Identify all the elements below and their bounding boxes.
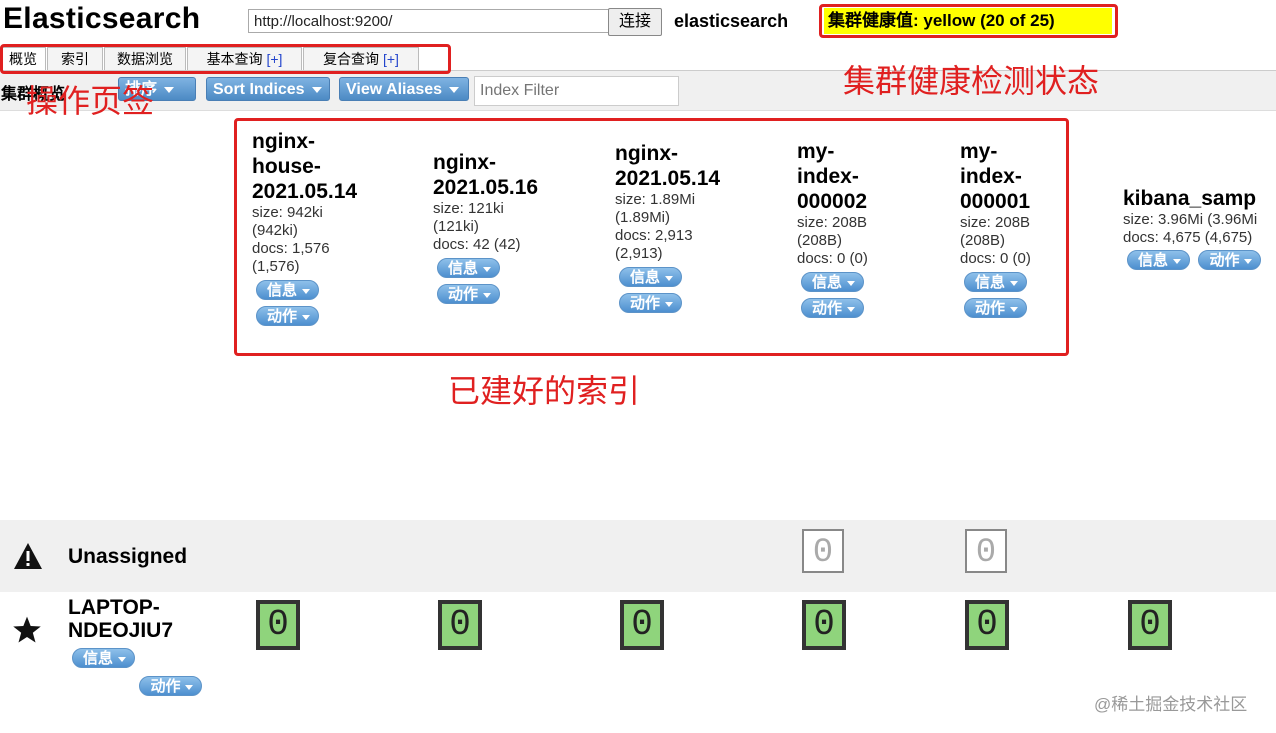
chevron-down-icon [1173,258,1182,264]
tabs-annotation-box [0,44,451,74]
indices-annotation: 已建好的索引 [448,373,641,409]
assigned-shard[interactable]: 0 [802,600,846,650]
index-column: kibana_samp size: 3.96Mi (3.96Mi docs: 4… [1123,186,1276,270]
watermark: @稀土掘金技术社区 [1094,695,1248,714]
index-filter-input[interactable] [474,76,679,106]
chevron-down-icon [449,86,460,93]
assigned-shard[interactable]: 0 [620,600,664,650]
chevron-down-icon [185,684,194,690]
cluster-url-input[interactable] [248,9,612,33]
view-aliases-button[interactable]: View Aliases [339,77,469,101]
health-annotation-box [819,4,1118,38]
node-name: LAPTOP- NDEOJIU7 [68,596,174,642]
assigned-shard[interactable]: 0 [965,600,1009,650]
assigned-shard[interactable]: 0 [256,600,300,650]
node-info-button[interactable]: 信息 [72,648,136,668]
node-row: LAPTOP- NDEOJIU7 信息 动作 0 0 0 0 0 0 [0,592,1276,733]
connect-button[interactable]: 连接 [608,8,662,36]
chevron-down-icon [1244,258,1253,264]
master-star-icon [13,616,41,643]
info-label: 信息 [1138,252,1169,269]
chevron-down-icon [311,86,322,93]
action-label: 动作 [150,678,181,695]
warning-icon [14,543,42,569]
health-annotation: 集群健康检测状态 [843,63,1100,99]
unassigned-shard[interactable]: 0 [965,529,1007,573]
assigned-shard[interactable]: 0 [438,600,482,650]
index-docs: docs: 4,675 (4,675) [1123,229,1253,246]
chevron-down-icon [118,656,127,662]
action-label: 动作 [1209,252,1240,269]
assigned-shard[interactable]: 0 [1128,600,1172,650]
unassigned-label: Unassigned [68,545,188,568]
sort-indices-button[interactable]: Sort Indices [206,77,330,101]
index-action-button[interactable]: 动作 [1198,250,1262,270]
chevron-down-icon [164,86,175,93]
unassigned-row: Unassigned 0 0 [0,520,1276,592]
view-aliases-label: View Aliases [346,81,443,98]
index-info-button[interactable]: 信息 [1127,250,1191,270]
unassigned-shard[interactable]: 0 [802,529,844,573]
index-size: size: 3.96Mi (3.96Mi [1123,211,1258,228]
info-label: 信息 [83,650,114,667]
cluster-name: elasticsearch [674,11,789,31]
tabs-annotation: 操作页签 [26,83,155,119]
sort-indices-label: Sort Indices [213,81,305,98]
node-action-button[interactable]: 动作 [139,676,203,696]
index-name: kibana_samp [1123,187,1257,210]
app-title: Elasticsearch [3,2,201,35]
indices-annotation-box [234,118,1069,356]
